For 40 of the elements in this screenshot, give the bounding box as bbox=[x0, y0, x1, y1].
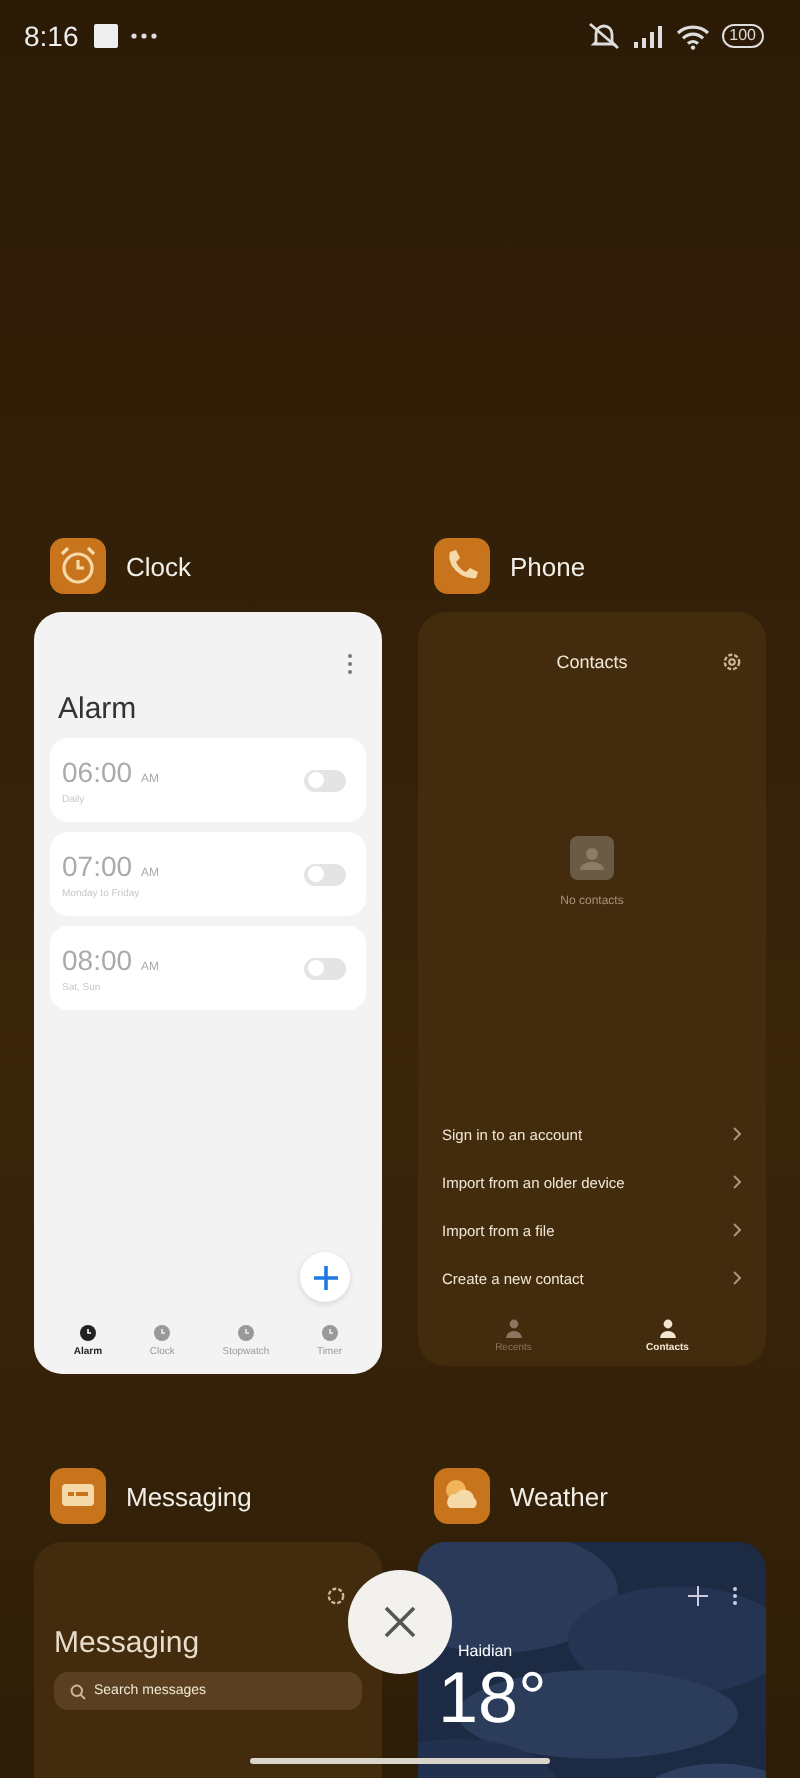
alarm-toggle[interactable] bbox=[304, 769, 346, 791]
clock-icon bbox=[152, 1322, 173, 1342]
alarm-toggle[interactable] bbox=[304, 957, 346, 979]
close-icon bbox=[384, 1606, 416, 1638]
weather-app-preview[interactable]: Haidian 18° bbox=[418, 1542, 766, 1778]
chevron-right-icon bbox=[732, 1222, 742, 1238]
add-alarm-button[interactable] bbox=[300, 1252, 350, 1302]
city-name: Haidian bbox=[458, 1642, 515, 1660]
settings-icon[interactable] bbox=[722, 652, 742, 672]
search-icon bbox=[70, 1683, 86, 1699]
chevron-right-icon bbox=[732, 1270, 742, 1286]
person-icon bbox=[657, 1318, 678, 1338]
more-options-icon[interactable] bbox=[732, 1586, 738, 1606]
notification-icon bbox=[94, 24, 119, 48]
app-name: Weather bbox=[510, 1481, 608, 1511]
add-icon[interactable] bbox=[688, 1586, 708, 1606]
phone-app-icon[interactable] bbox=[434, 538, 490, 594]
screen-title: Alarm bbox=[56, 692, 139, 726]
alarm-toggle[interactable] bbox=[304, 863, 346, 885]
app-name: Phone bbox=[510, 551, 586, 581]
app-name: Messaging bbox=[126, 1481, 252, 1511]
more-notifications-icon bbox=[130, 32, 159, 40]
settings-icon[interactable] bbox=[326, 1586, 346, 1606]
chat-bubble-app-icon[interactable] bbox=[50, 1468, 106, 1524]
plus-icon bbox=[311, 1263, 339, 1291]
cloud-sun-app-icon[interactable] bbox=[434, 1468, 490, 1524]
contact-placeholder-icon bbox=[570, 836, 614, 880]
temperature: 18° bbox=[438, 1662, 549, 1734]
app-name: Clock bbox=[126, 551, 192, 581]
status-time: 8:16 bbox=[24, 20, 79, 52]
muted-bell-icon bbox=[587, 22, 620, 50]
more-options-icon[interactable] bbox=[346, 652, 354, 676]
signal-icon bbox=[631, 24, 664, 48]
chevron-right-icon bbox=[732, 1126, 742, 1142]
chevron-right-icon bbox=[732, 1174, 742, 1190]
alarm-clock-app-icon[interactable] bbox=[50, 538, 106, 594]
screen-title: Messaging bbox=[54, 1626, 202, 1660]
screen-title: Contacts bbox=[556, 652, 628, 672]
wifi-icon bbox=[675, 23, 710, 49]
battery-level: 100 bbox=[721, 24, 764, 48]
